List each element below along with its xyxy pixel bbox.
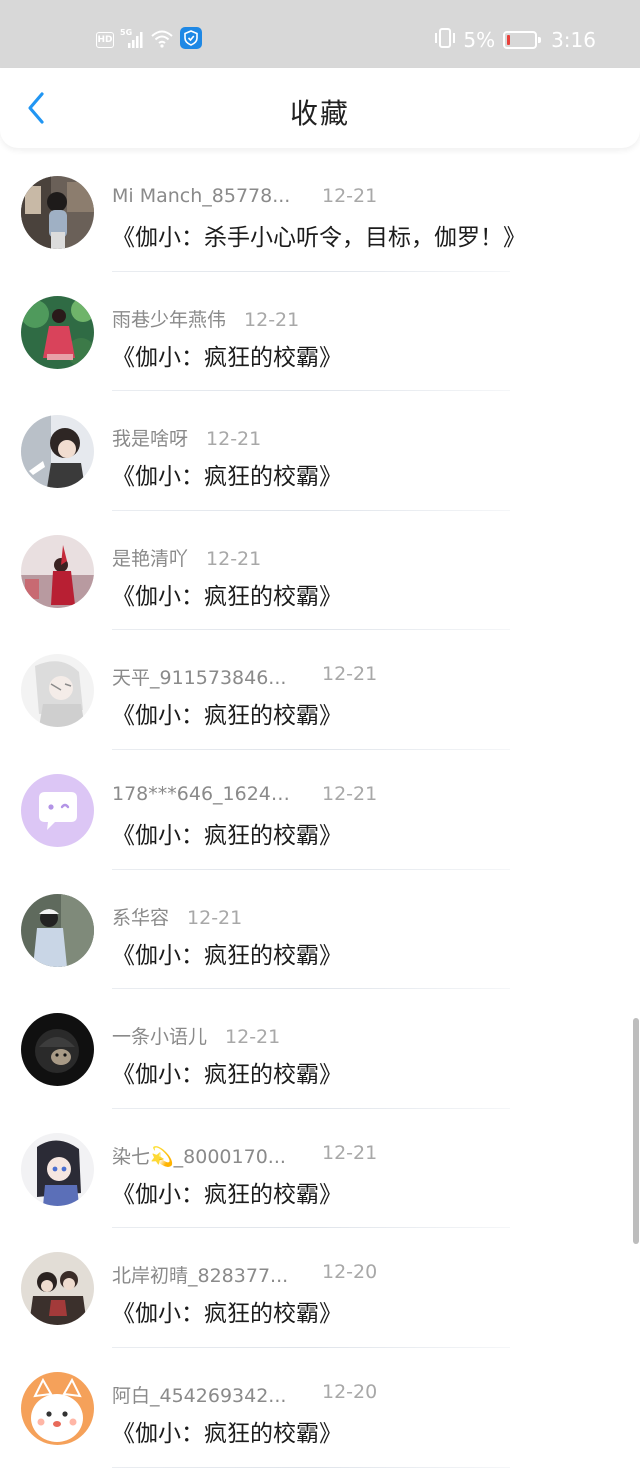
avatar[interactable] <box>21 1132 94 1206</box>
item-meta: 染七💫_8000170... 12-21 <box>112 1142 377 1168</box>
item-meta: 是艳清吖 12-21 <box>112 544 261 570</box>
user-name[interactable]: 雨巷少年燕伟 <box>112 305 226 332</box>
item-meta: Mi Manch_85778... 12-21 <box>112 185 377 211</box>
page-title: 收藏 <box>289 97 350 130</box>
avatar[interactable] <box>21 654 94 728</box>
item-date: 12-21 <box>322 782 378 805</box>
signal-icon: 5G <box>120 28 144 50</box>
user-name[interactable]: 染七💫_8000170... <box>112 1142 298 1169</box>
avatar[interactable] <box>21 415 94 489</box>
avatar[interactable] <box>21 893 94 967</box>
work-title[interactable]: 《伽小：疯狂的校霸》 <box>112 696 342 730</box>
work-title[interactable]: 《伽小：疯狂的校霸》 <box>112 1414 342 1448</box>
item-date: 12-21 <box>225 1026 281 1049</box>
work-title[interactable]: 《伽小：疯狂的校霸》 <box>112 1055 342 1089</box>
item-date: 12-21 <box>206 547 262 570</box>
list-item[interactable]: 一条小语儿 12-21 《伽小：疯狂的校霸》 <box>0 989 640 1109</box>
avatar[interactable] <box>21 1252 94 1326</box>
item-date: 12-21 <box>244 308 300 331</box>
wifi-icon <box>150 28 174 52</box>
user-name[interactable]: Mi Manch_85778... <box>112 185 298 207</box>
scrollbar[interactable] <box>633 1018 639 1244</box>
work-title[interactable]: 《伽小：疯狂的校霸》 <box>112 816 342 850</box>
shield-icon <box>180 27 202 53</box>
item-date: 12-20 <box>322 1261 378 1284</box>
work-title[interactable]: 《伽小：疯狂的校霸》 <box>112 1294 342 1328</box>
vibrate-icon <box>433 27 457 54</box>
user-name[interactable]: 是艳清吖 <box>112 544 188 571</box>
hd-icon: HD <box>96 32 114 48</box>
item-meta: 178***646_16246... 12-21 <box>112 783 377 809</box>
work-title[interactable]: 《伽小：杀手小心听令，目标，伽罗！》 <box>112 218 526 252</box>
avatar[interactable] <box>21 534 94 608</box>
item-meta: 阿白_454269342... 12-20 <box>112 1381 377 1407</box>
item-date: 12-21 <box>322 185 378 207</box>
work-title[interactable]: 《伽小：疯狂的校霸》 <box>112 577 342 611</box>
item-date: 12-21 <box>322 663 378 686</box>
user-name[interactable]: 一条小语儿 <box>112 1022 207 1049</box>
status-left: HD 5G <box>96 27 202 53</box>
user-name[interactable]: 178***646_16246... <box>112 783 298 805</box>
list-item[interactable]: 178***646_16246... 12-21 《伽小：疯狂的校霸》 <box>0 750 640 870</box>
list-item[interactable]: 阿白_454269342... 12-20 《伽小：疯狂的校霸》 <box>0 1348 640 1468</box>
battery-icon <box>503 31 542 49</box>
item-date: 12-20 <box>322 1380 378 1403</box>
header: 收藏 <box>0 68 640 148</box>
list-item[interactable]: 我是啥呀 12-21 《伽小：疯狂的校霸》 <box>0 391 640 511</box>
list-item[interactable]: 北岸初晴_828377... 12-20 《伽小：疯狂的校霸》 <box>0 1228 640 1348</box>
status-right: 5% 3:16 <box>433 27 596 53</box>
item-meta: 北岸初晴_828377... 12-20 <box>112 1261 377 1287</box>
user-name[interactable]: 系华容 <box>112 903 169 930</box>
avatar[interactable] <box>21 1013 94 1087</box>
item-meta: 天平_911573846... 12-21 <box>112 663 377 689</box>
list-item[interactable]: 天平_911573846... 12-21 《伽小：疯狂的校霸》 <box>0 630 640 750</box>
user-name[interactable]: 天平_911573846... <box>112 663 298 690</box>
status-bar: HD 5G 5% 3:16 <box>0 0 640 68</box>
item-meta: 我是啥呀 12-21 <box>112 424 261 450</box>
item-meta: 系华容 12-21 <box>112 903 242 929</box>
hd-label: HD <box>97 35 113 45</box>
avatar[interactable] <box>21 176 94 249</box>
list-item[interactable]: 是艳清吖 12-21 《伽小：疯狂的校霸》 <box>0 511 640 631</box>
avatar[interactable] <box>21 1371 94 1445</box>
list-item[interactable]: 染七💫_8000170... 12-21 《伽小：疯狂的校霸》 <box>0 1109 640 1229</box>
work-title[interactable]: 《伽小：疯狂的校霸》 <box>112 338 342 372</box>
list-item[interactable]: 雨巷少年燕伟 12-21 《伽小：疯狂的校霸》 <box>0 272 640 392</box>
item-meta: 雨巷少年燕伟 12-21 <box>112 305 299 331</box>
avatar[interactable] <box>21 295 94 369</box>
item-meta: 一条小语儿 12-21 <box>112 1022 280 1048</box>
work-title[interactable]: 《伽小：疯狂的校霸》 <box>112 457 342 491</box>
clock: 3:16 <box>551 28 596 52</box>
user-name[interactable]: 阿白_454269342... <box>112 1381 298 1408</box>
list-item[interactable]: 系华容 12-21 《伽小：疯狂的校霸》 <box>0 870 640 990</box>
list-item[interactable]: Mi Manch_85778... 12-21 《伽小：杀手小心听令，目标，伽罗！… <box>0 152 640 272</box>
item-date: 12-21 <box>206 428 262 451</box>
item-date: 12-21 <box>322 1141 378 1164</box>
user-name[interactable]: 北岸初晴_828377... <box>112 1261 298 1288</box>
user-name[interactable]: 我是啥呀 <box>112 424 188 451</box>
avatar[interactable] <box>21 773 94 847</box>
battery-percent: 5% <box>463 28 496 52</box>
work-title[interactable]: 《伽小：疯狂的校霸》 <box>112 936 342 970</box>
favorites-list: Mi Manch_85778... 12-21 《伽小：杀手小心听令，目标，伽罗！… <box>0 152 640 1468</box>
work-title[interactable]: 《伽小：疯狂的校霸》 <box>112 1175 342 1209</box>
battery-level <box>507 35 511 45</box>
item-date: 12-21 <box>187 906 243 929</box>
